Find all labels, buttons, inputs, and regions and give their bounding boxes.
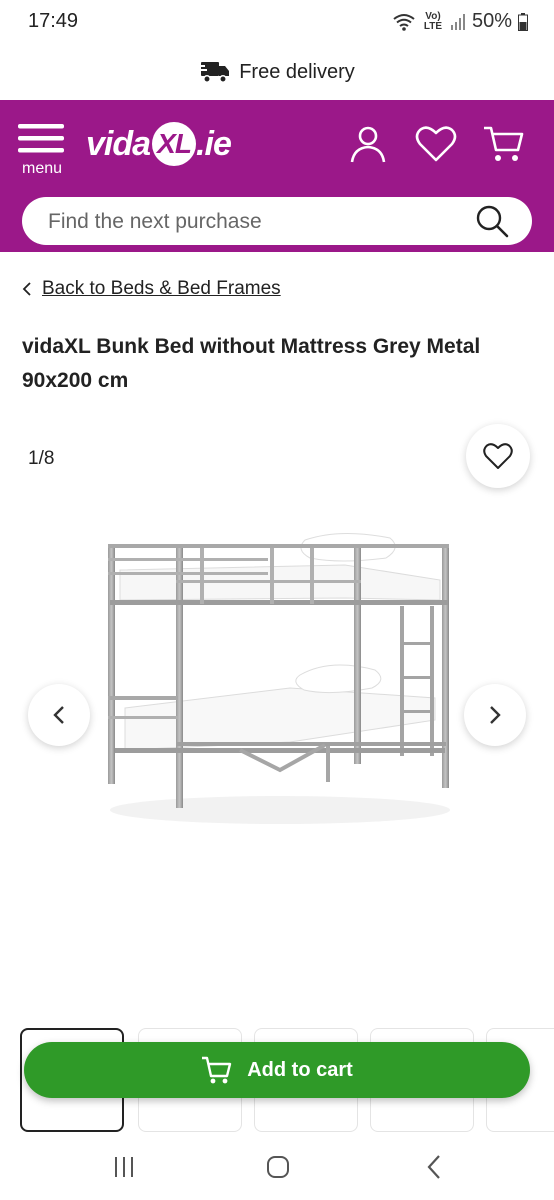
- shopping-cart-icon: [202, 1056, 232, 1084]
- vidaxl-logo[interactable]: vida XL .ie: [86, 120, 232, 168]
- status-bar: 17:49 Vo) LTE 50%: [0, 0, 554, 44]
- heart-icon: [483, 443, 513, 469]
- search-input[interactable]: [46, 197, 450, 247]
- previous-image-button[interactable]: [28, 684, 90, 746]
- chevron-left-icon: [53, 706, 64, 724]
- home-icon: [267, 1156, 289, 1178]
- add-to-wishlist-button[interactable]: [466, 424, 530, 488]
- system-navigation-bar: [0, 1134, 554, 1200]
- wishlist-heart-icon[interactable]: [414, 122, 458, 166]
- menu-button[interactable]: menu: [18, 122, 66, 178]
- chevron-right-icon: [490, 706, 501, 724]
- home-button[interactable]: [258, 1152, 298, 1182]
- logo-xl-badge: XL: [152, 122, 197, 166]
- free-delivery-banner: Free delivery: [0, 44, 554, 100]
- next-image-button[interactable]: [464, 684, 526, 746]
- menu-label: menu: [21, 160, 63, 177]
- signal-icon: [450, 13, 465, 30]
- back-chevron-icon: [427, 1155, 440, 1179]
- search-icon[interactable]: [474, 203, 510, 239]
- product-image[interactable]: [90, 520, 470, 840]
- back-to-category-link[interactable]: Back to Beds & Bed Frames: [42, 278, 281, 300]
- add-to-cart-button[interactable]: Add to cart: [24, 1042, 530, 1098]
- delivery-truck-icon: [199, 62, 230, 83]
- shopping-cart-icon[interactable]: [482, 122, 526, 166]
- status-indicators: Vo) LTE 50%: [392, 10, 528, 33]
- back-button[interactable]: [414, 1152, 454, 1182]
- site-header: menu vida XL .ie: [0, 100, 554, 252]
- status-time: 17:49: [28, 10, 79, 32]
- logo-domain: .ie: [196, 124, 232, 163]
- battery-percent: 50%: [471, 10, 512, 32]
- product-title: vidaXL Bunk Bed without Mattress Grey Me…: [22, 335, 481, 392]
- breadcrumb: Back to Beds & Bed Frames: [22, 278, 281, 300]
- recent-apps-icon: [115, 1157, 133, 1177]
- search-bar: [22, 197, 532, 247]
- chevron-left-icon: [22, 282, 31, 296]
- wifi-icon: [393, 13, 415, 31]
- battery-icon: [518, 12, 528, 31]
- hamburger-icon: [18, 124, 64, 153]
- free-delivery-label: Free delivery: [239, 60, 355, 83]
- user-account-icon[interactable]: [346, 122, 390, 166]
- recent-apps-button[interactable]: [104, 1152, 144, 1182]
- logo-text: vida: [86, 124, 151, 163]
- lte-indicator: Vo) LTE: [423, 10, 443, 32]
- add-to-cart-label: Add to cart: [247, 1058, 353, 1081]
- image-counter: 1/8: [28, 448, 55, 469]
